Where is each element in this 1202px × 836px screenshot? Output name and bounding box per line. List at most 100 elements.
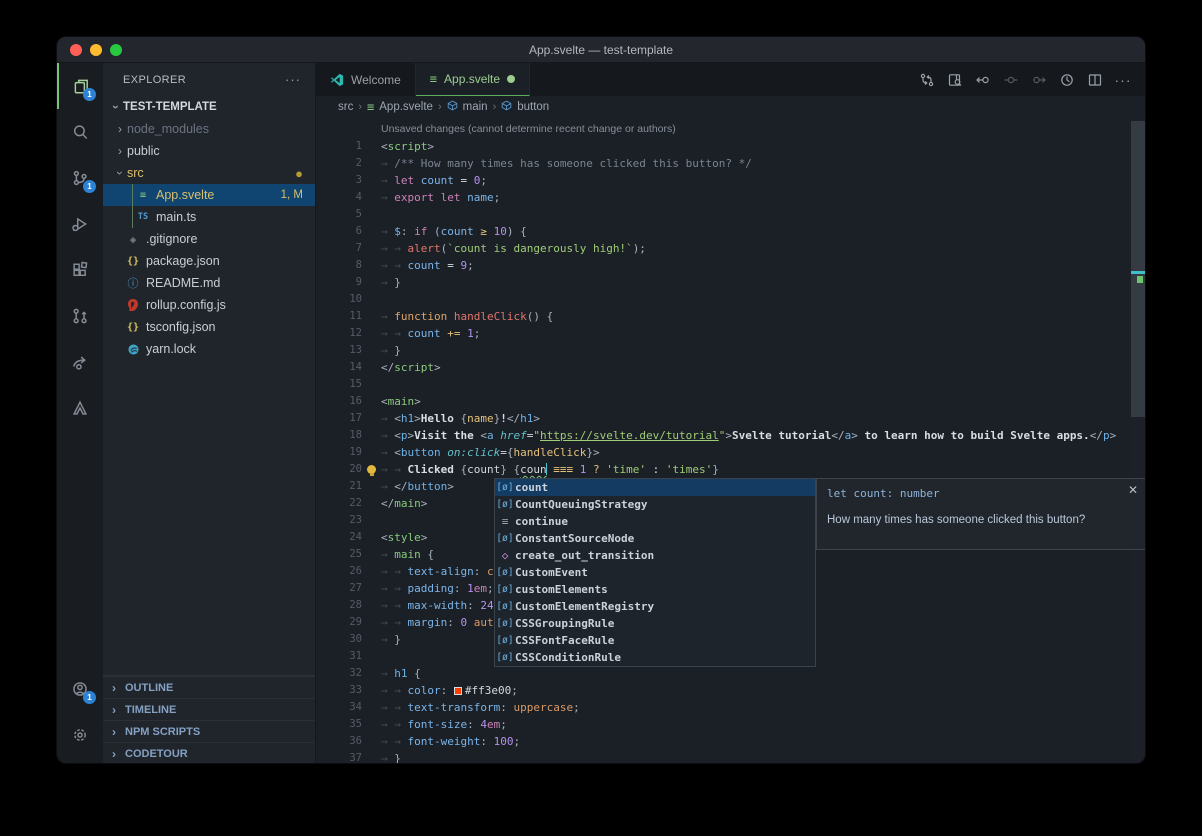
code-line-15[interactable]: 15 [316,376,1131,393]
suggest-item-customElements[interactable]: [ø]customElements [495,581,815,598]
code-line-33[interactable]: 33→ → color: #ff3e00; [316,682,1131,699]
tree-item--gitignore[interactable]: ◈.gitignore [103,228,315,250]
code-line-17[interactable]: 17→ <h1>Hello {name}!</h1> [316,410,1131,427]
tree-item-src[interactable]: ›src● [103,162,315,184]
timeline-clock-icon[interactable] [1055,68,1079,92]
settings-gear-icon[interactable] [57,712,103,758]
symbol-constructor-icon: ◇ [495,549,515,562]
code-line-6[interactable]: 6→ $: if (count ≥ 10) { [316,223,1131,240]
sidebar-explorer: EXPLORER ··· › TEST-TEMPLATE ›node_modul… [103,63,316,764]
code-line-4[interactable]: 4→ export let name; [316,189,1131,206]
code-line-16[interactable]: 16<main> [316,393,1131,410]
suggest-item-CSSFontFaceRule[interactable]: [ø]CSSFontFaceRule [495,632,815,649]
tree-item-node-modules[interactable]: ›node_modules [103,118,315,140]
tree-item-rollup-config-js[interactable]: rollup.config.js [103,294,315,316]
symbol-variable-icon: [ø] [495,533,515,544]
open-preview-icon[interactable] [943,68,967,92]
suggest-item-CountQueuingStrategy[interactable]: [ø]CountQueuingStrategy [495,496,815,513]
scrollbar-slider[interactable] [1131,121,1145,417]
rollup-file-icon [125,299,141,311]
live-share-icon[interactable] [57,339,103,385]
symbol-variable-icon: [ø] [495,601,515,612]
source-control-badge: 1 [83,180,96,193]
code-line-35[interactable]: 35→ → font-size: 4em; [316,716,1131,733]
suggest-item-CSSGroupingRule[interactable]: [ø]CSSGroupingRule [495,615,815,632]
run-debug-icon[interactable] [57,201,103,247]
editor-actions: ··· [915,63,1145,96]
search-icon[interactable] [57,109,103,155]
tree-item-public[interactable]: ›public [103,140,315,162]
code-line-5[interactable]: 5 [316,206,1131,223]
suggest-item-continue[interactable]: ≡continue [495,513,815,530]
code-line-3[interactable]: 3→ let count = 0; [316,172,1131,189]
extensions-icon[interactable] [57,247,103,293]
color-swatch[interactable] [454,687,462,695]
tab-app-svelte[interactable]: ≡ App.svelte [416,63,530,96]
code-line-7[interactable]: 7→ → alert(`count is dangerously high!`)… [316,240,1131,257]
code-line-36[interactable]: 36→ → font-weight: 100; [316,733,1131,750]
code-line-9[interactable]: 9→ } [316,274,1131,291]
breadcrumb-file[interactable]: App.svelte [379,101,433,113]
suggest-item-ConstantSourceNode[interactable]: [ø]ConstantSourceNode [495,530,815,547]
go-back-icon[interactable] [971,68,995,92]
breadcrumb-main[interactable]: main [463,101,488,113]
close-window-button[interactable] [70,44,82,56]
zoom-window-button[interactable] [110,44,122,56]
code-line-12[interactable]: 12→ → count += 1; [316,325,1131,342]
tree-item-main-ts[interactable]: TSmain.ts [103,206,315,228]
json-file-icon: {} [125,256,141,267]
tree-item-yarn-lock[interactable]: yarn.lock [103,338,315,360]
code-line-14[interactable]: 14</script> [316,359,1131,376]
close-icon[interactable]: ✕ [1128,483,1138,497]
tree-item-app-svelte[interactable]: ≡App.svelte1, M [103,184,315,206]
code-line-2[interactable]: 2→ /** How many times has someone clicke… [316,155,1131,172]
suggest-item-CustomEvent[interactable]: [ø]CustomEvent [495,564,815,581]
titlebar[interactable]: App.svelte — test-template [57,37,1145,63]
tree-item-tsconfig-json[interactable]: {}tsconfig.json [103,316,315,338]
lightbulb-icon[interactable] [367,465,376,474]
unsaved-dot-icon[interactable] [507,75,515,83]
tree-root[interactable]: › TEST-TEMPLATE [103,96,315,118]
code-line-10[interactable]: 10 [316,291,1131,308]
github-pull-requests-icon[interactable] [57,293,103,339]
source-control-icon[interactable]: 1 [57,155,103,201]
tree-item-readme-md[interactable]: ⓘREADME.md [103,272,315,294]
code-line-34[interactable]: 34→ → text-transform: uppercase; [316,699,1131,716]
code-area[interactable]: Unsaved changes (cannot determine recent… [316,118,1131,764]
tab-welcome[interactable]: Welcome [316,63,416,96]
code-line-20[interactable]: 20→ → Clicked {count} {coun ≡≡≡ 1 ? 'tim… [316,461,1131,478]
open-changes-icon[interactable] [915,68,939,92]
explorer-more-actions-icon[interactable]: ··· [285,72,301,87]
suggest-item-count[interactable]: [ø]count [495,479,815,496]
code-line-37[interactable]: 37→ } [316,750,1131,764]
editor-scrollbar[interactable] [1131,118,1145,764]
suggest-item-create_out_transition[interactable]: ◇create_out_transition [495,547,815,564]
code-line-13[interactable]: 13→ } [316,342,1131,359]
code-line-1[interactable]: 1<script> [316,138,1131,155]
azure-icon[interactable] [57,385,103,431]
suggest-item-CustomElementRegistry[interactable]: [ø]CustomElementRegistry [495,598,815,615]
tree-item-package-json[interactable]: {}package.json [103,250,315,272]
minimize-window-button[interactable] [90,44,102,56]
codelens-gitlens[interactable]: Unsaved changes (cannot determine recent… [316,121,1131,138]
panel-codetour[interactable]: ›CODETOUR [103,742,315,764]
line-number: 25 [316,546,362,563]
suggest-item-CSSConditionRule[interactable]: [ø]CSSConditionRule [495,649,815,666]
panel-npm-scripts[interactable]: ›NPM SCRIPTS [103,720,315,742]
panel-timeline[interactable]: ›TIMELINE [103,698,315,720]
explorer-icon[interactable]: 1 [57,63,103,109]
more-actions-icon[interactable]: ··· [1111,68,1135,92]
split-editor-icon[interactable] [1083,68,1107,92]
code-line-8[interactable]: 8→ → count = 9; [316,257,1131,274]
breadcrumb[interactable]: src › ≡ App.svelte › main › button [316,96,1145,118]
code-line-19[interactable]: 19→ <button on:click={handleClick}> [316,444,1131,461]
code-line-18[interactable]: 18→ <p>Visit the <a href="https://svelte… [316,427,1131,444]
accounts-icon[interactable]: 1 [57,666,103,712]
breadcrumb-src[interactable]: src [338,101,353,113]
code-line-11[interactable]: 11→ function handleClick() { [316,308,1131,325]
tab-bar: Welcome ≡ App.svelte ··· [316,63,1145,96]
panel-outline[interactable]: ›OUTLINE [103,676,315,698]
breadcrumb-button[interactable]: button [517,101,549,113]
line-number: 22 [316,495,362,512]
code-line-32[interactable]: 32→ h1 { [316,665,1131,682]
